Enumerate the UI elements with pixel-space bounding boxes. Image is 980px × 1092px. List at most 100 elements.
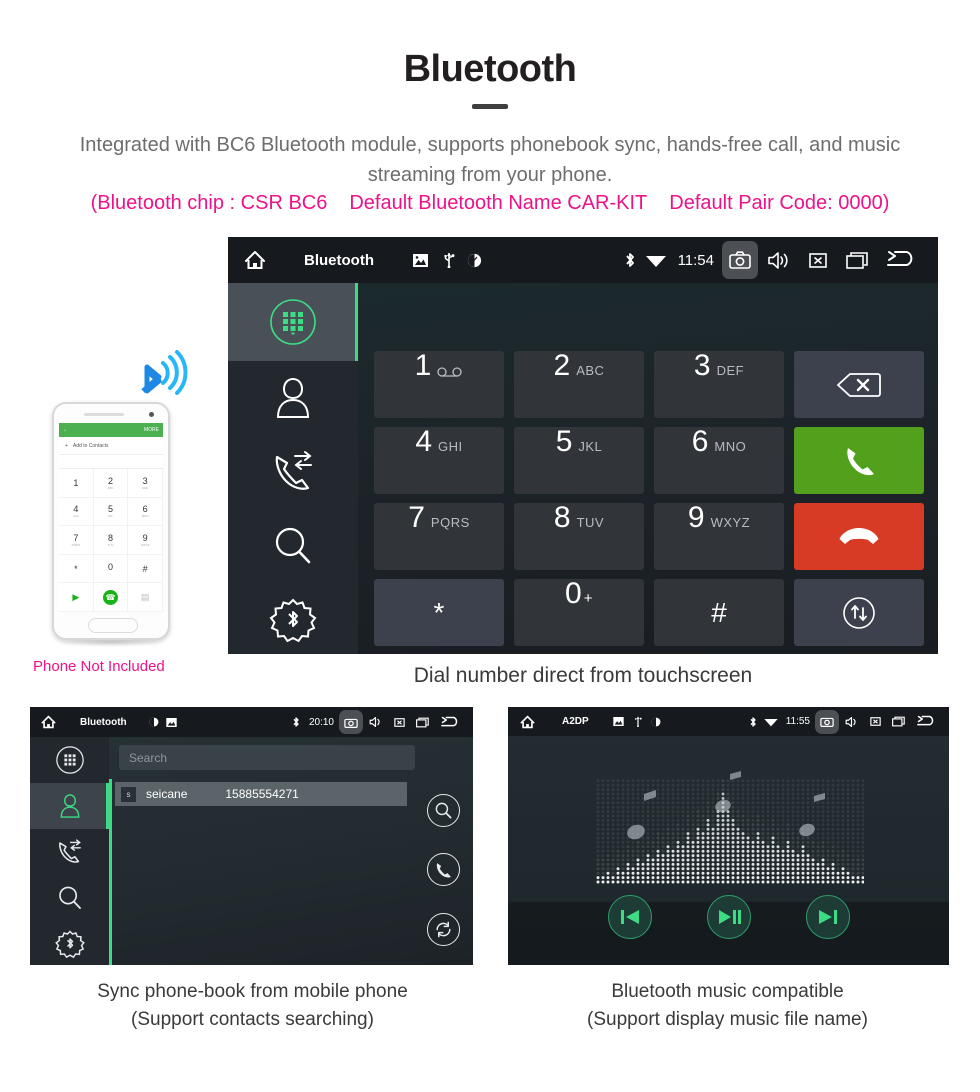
phonebook-body: Search s seicane 15885554271 (30, 737, 473, 965)
statusbar-clock: 11:55 (785, 716, 810, 727)
back-icon[interactable] (911, 715, 941, 728)
phone-keyboard-icon: ▤ (128, 583, 163, 612)
sidebar-item-contacts[interactable] (228, 361, 358, 435)
phonebook-content: Search s seicane 15885554271 (109, 737, 473, 965)
back-icon[interactable] (878, 250, 924, 270)
mute-icon[interactable] (798, 251, 838, 270)
search-placeholder: Search (129, 750, 168, 765)
phonebook-screenshot: Bluetooth 20:10 Search s seicane 1588555… (30, 707, 473, 965)
sidebar-item-dialpad[interactable] (30, 737, 109, 783)
phone-speaker (84, 413, 124, 416)
phone-add-label: Add to Contacts (72, 442, 109, 449)
sync-action-button[interactable] (426, 912, 460, 946)
key-5[interactable]: 5 JKL (514, 427, 644, 494)
key-star[interactable]: * (374, 579, 504, 646)
bluetooth-icon (618, 251, 642, 269)
phonebook-caption: Sync phone-book from mobile phone (Suppo… (20, 978, 485, 1034)
contact-number: 15885554271 (225, 787, 299, 801)
key-6[interactable]: 6 MNO (654, 427, 784, 494)
contact-row[interactable]: s seicane 15885554271 (115, 782, 407, 806)
music-caption: Bluetooth music compatible (Support disp… (495, 978, 960, 1034)
phonebook-caption-line1: Sync phone-book from mobile phone (97, 981, 408, 1002)
sidebar-item-search[interactable] (228, 509, 358, 583)
volume-icon[interactable] (839, 716, 863, 728)
camera-icon[interactable] (815, 709, 839, 734)
sidebar-item-contacts[interactable] (30, 783, 109, 829)
call-action-button[interactable] (426, 853, 460, 887)
camera-icon[interactable] (339, 710, 363, 734)
volume-icon[interactable] (758, 251, 798, 270)
volume-icon[interactable] (363, 716, 387, 728)
plus-icon: + (65, 442, 68, 449)
bluetooth-wave-icon (125, 345, 197, 403)
music-screenshot: A2DP 11:55 (508, 707, 949, 965)
transfer-button[interactable] (794, 579, 924, 646)
next-button[interactable] (805, 895, 850, 939)
sidebar-item-call-log[interactable] (228, 435, 358, 509)
key-9[interactable]: 9 WXYZ (654, 503, 784, 570)
wifi-icon (642, 253, 670, 268)
backspace-button[interactable] (794, 351, 924, 418)
sidebar (30, 737, 109, 965)
sidebar-item-call-log[interactable] (30, 829, 109, 875)
home-icon[interactable] (516, 715, 538, 729)
next-icon (818, 910, 837, 924)
call-button[interactable] (794, 427, 924, 494)
phone-mockup: ← MORE + Add to Contacts 1 2 ABC 3 DEF 4 GH… (52, 402, 170, 647)
sidebar-item-bt-settings[interactable] (228, 583, 358, 654)
statusbar-clock: 11:54 (677, 251, 714, 269)
usb-icon (436, 252, 462, 268)
statusbar-title: Bluetooth (304, 251, 374, 269)
play-pause-button[interactable] (706, 895, 751, 939)
home-icon[interactable] (38, 715, 58, 729)
back-icon[interactable] (435, 716, 465, 729)
search-action-button[interactable] (426, 794, 460, 828)
bluetooth-icon (745, 716, 761, 728)
camera-icon[interactable] (722, 241, 758, 279)
key-8[interactable]: 8 TUV (514, 503, 644, 570)
statusbar-title: A2DP (562, 716, 589, 727)
call-icon (847, 447, 874, 475)
key-hash[interactable]: # (654, 579, 784, 646)
phone-call-button: ☎ (93, 583, 129, 612)
sidebar-item-dialpad[interactable] (228, 283, 358, 361)
hangup-button[interactable] (794, 503, 924, 570)
sync-icon (435, 921, 451, 938)
phone-key: 8 TUV (93, 526, 129, 555)
recents-icon[interactable] (838, 251, 878, 270)
key-0[interactable]: 0 + (514, 579, 644, 646)
phonebook-caption-line2: (Support contacts searching) (131, 1009, 374, 1030)
phone-key: 7 PQRS (59, 526, 94, 555)
key-1[interactable]: 1 (374, 351, 504, 418)
dialpad: 1 2 ABC 3 DEF 4 GHI 5 JKL 6 MNO 7 PQRS 8… (374, 351, 924, 646)
play-pause-icon (718, 910, 741, 924)
mute-icon[interactable] (387, 717, 411, 728)
music-caption-line2: (Support display music file name) (587, 1009, 868, 1030)
statusbar-title: Bluetooth (80, 716, 127, 728)
home-icon[interactable] (242, 250, 268, 270)
phone-not-included-note: Phone Not Included (33, 658, 165, 675)
phone-sim-icon: ▶ (59, 583, 94, 612)
mute-icon[interactable] (863, 716, 887, 727)
call-icon (436, 863, 451, 878)
contact-actions (421, 781, 465, 959)
phone-keypad: 1 2 ABC 3 DEF 4 GHI 5 JKL 6 MNO 7 PQRS 8 TUV 9W… (59, 469, 163, 612)
spec-chip: (Bluetooth chip : CSR BC6 (90, 192, 328, 214)
key-3[interactable]: 3 DEF (654, 351, 784, 418)
phone-app-bar: ← MORE (59, 423, 163, 437)
recents-icon[interactable] (887, 716, 911, 727)
picture-icon (609, 717, 629, 726)
recents-icon[interactable] (411, 717, 435, 728)
spec-line: (Bluetooth chip : CSR BC6 Default Bluetoo… (0, 192, 980, 215)
phone-key: 2 ABC (93, 469, 129, 498)
phone-key: # (128, 554, 163, 584)
sidebar-item-bt-settings[interactable] (30, 921, 109, 965)
sidebar-item-search[interactable] (30, 875, 109, 921)
music-visualizer (594, 770, 864, 895)
phone-key: 1 (59, 469, 94, 498)
key-2[interactable]: 2 ABC (514, 351, 644, 418)
key-7[interactable]: 7 PQRS (374, 503, 504, 570)
previous-button[interactable] (607, 895, 652, 939)
key-4[interactable]: 4 GHI (374, 427, 504, 494)
search-input[interactable]: Search (119, 745, 415, 770)
